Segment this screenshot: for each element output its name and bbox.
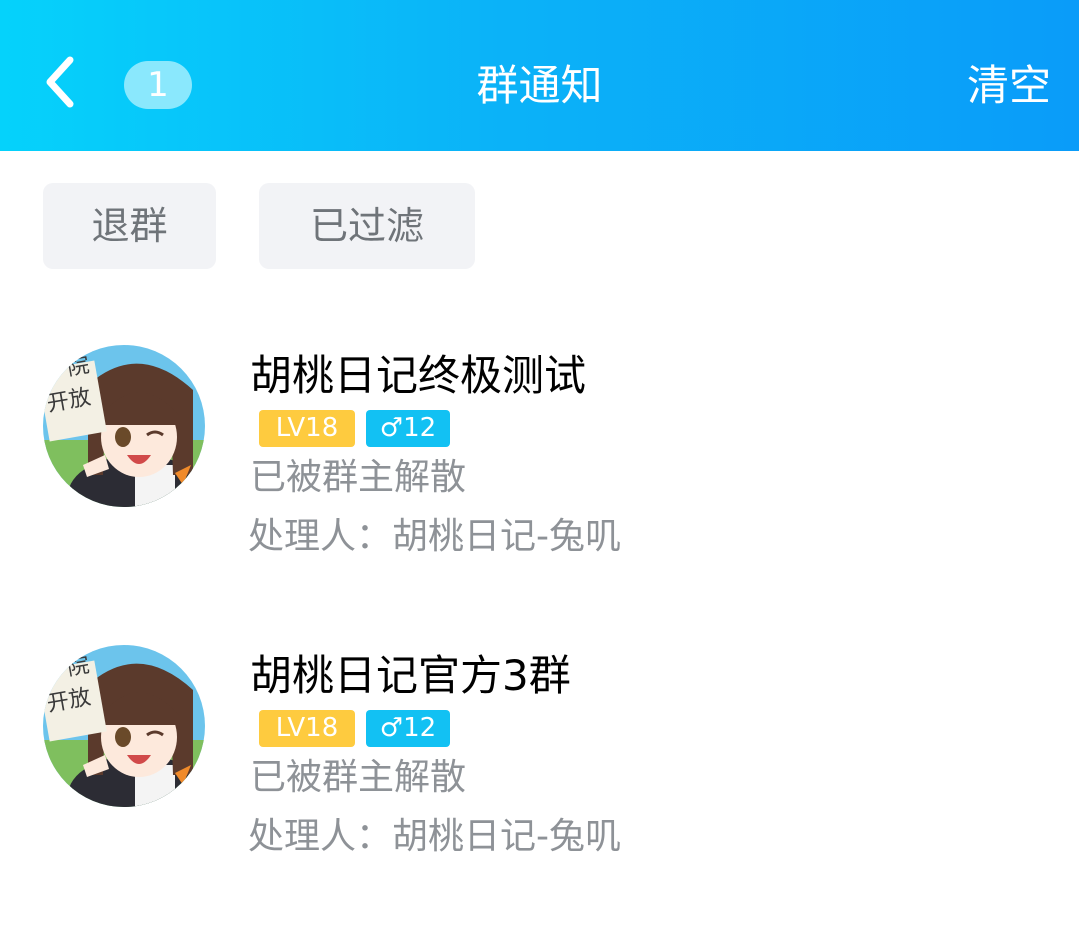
anime-girl-avatar-image: 院 开放 <box>43 345 205 507</box>
group-name: 胡桃日记终极测试 <box>250 351 587 400</box>
group-name: 胡桃日记官方3群 <box>250 651 571 700</box>
level-badge: LV18 <box>259 710 355 747</box>
title-bar: 1 群通知 清空 <box>0 0 1079 151</box>
unread-count-badge[interactable]: 1 <box>124 61 192 109</box>
notification-item[interactable]: 院 开放 胡桃日记官方3群 LV18 ♂12 已被群主解散 处理人：胡桃日记-兔… <box>0 610 1079 870</box>
avatar-text-decor: 院 <box>65 653 91 681</box>
back-button[interactable] <box>30 50 90 114</box>
group-avatar[interactable]: 院 开放 <box>43 345 205 507</box>
group-avatar[interactable]: 院 开放 <box>43 645 205 807</box>
notification-status: 已被群主解散 <box>250 757 467 798</box>
handler-info: 处理人：胡桃日记-兔叽 <box>248 816 621 857</box>
chevron-left-icon <box>46 56 74 108</box>
gender-age-badge: ♂12 <box>366 710 450 747</box>
anime-girl-avatar-image: 院 开放 <box>43 645 205 807</box>
notification-status: 已被群主解散 <box>250 457 467 498</box>
level-badge: LV18 <box>259 410 355 447</box>
handler-info: 处理人：胡桃日记-兔叽 <box>248 516 621 557</box>
filter-chip-quit[interactable]: 退群 <box>43 183 216 269</box>
notification-item[interactable]: 院 开放 胡桃日记终极测试 LV18 ♂12 已被群主解散 处理人：胡桃日记-兔… <box>0 310 1079 570</box>
clear-button[interactable]: 清空 <box>967 58 1051 114</box>
gender-age-badge: ♂12 <box>366 410 450 447</box>
avatar-text-decor: 院 <box>65 353 91 381</box>
filter-chip-filtered[interactable]: 已过滤 <box>259 183 475 269</box>
